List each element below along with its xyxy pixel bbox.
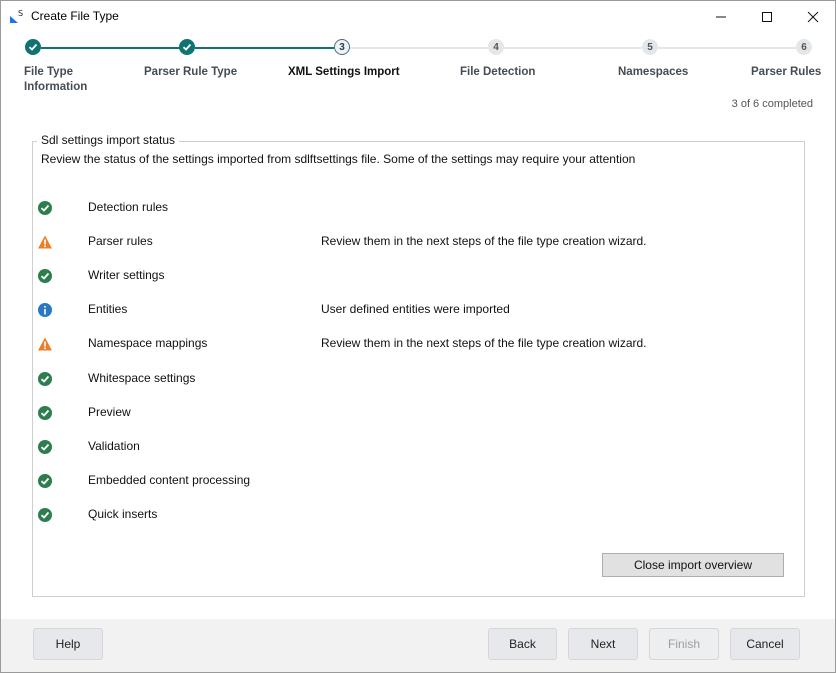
back-button[interactable]: Back <box>488 628 557 660</box>
status-item-name: Entities <box>88 302 128 316</box>
finish-button[interactable]: Finish <box>649 628 719 660</box>
status-row: Namespace mappings Review them in the nex… <box>37 334 797 354</box>
info-icon <box>37 302 53 318</box>
group-description: Review the status of the settings import… <box>41 152 636 166</box>
status-item-name: Writer settings <box>88 268 165 282</box>
step-5-number: 5 <box>642 39 658 55</box>
status-item-message: Review them in the next steps of the fil… <box>321 336 647 350</box>
status-row: Entities User defined entities were impor… <box>37 300 797 320</box>
status-item-name: Namespace mappings <box>88 336 208 350</box>
close-icon <box>807 11 819 22</box>
status-item-name: Parser rules <box>88 234 153 248</box>
warning-triangle-icon <box>37 336 53 352</box>
status-row: Quick inserts <box>37 505 797 525</box>
close-window-button[interactable] <box>790 1 836 32</box>
step-1-label: File Type Information <box>24 66 88 93</box>
step-6-number: 6 <box>796 39 812 55</box>
success-check-icon <box>37 268 53 284</box>
success-check-icon <box>37 439 53 455</box>
status-row: Preview <box>37 403 797 423</box>
success-check-icon <box>37 371 53 387</box>
create-file-type-window: S Create File Type 3 4 5 6 File Type Inf… <box>0 0 836 673</box>
status-row: Whitespace settings <box>37 369 797 389</box>
status-item-message: User defined entities were imported <box>321 302 510 316</box>
status-row: Embedded content processing <box>37 471 797 491</box>
step-4-label: File Detection <box>460 66 536 78</box>
step-2-label: Parser Rule Type <box>144 66 238 78</box>
footer-bar: Help Back Next Finish Cancel <box>1 619 835 672</box>
step-connector-3 <box>350 47 488 49</box>
status-item-name: Embedded content processing <box>88 473 251 487</box>
maximize-icon <box>762 11 772 22</box>
status-item-name: Detection rules <box>88 200 169 214</box>
step-connector-5 <box>658 47 796 49</box>
status-row: Validation <box>37 437 797 457</box>
progress-text: 3 of 6 completed <box>731 98 813 110</box>
status-item-message: Review them in the next steps of the fil… <box>321 234 647 248</box>
title-bar: S Create File Type <box>1 1 835 32</box>
group-title: Sdl settings import status <box>37 133 180 147</box>
step-5-label: Namespaces <box>618 66 689 78</box>
svg-text:S: S <box>18 9 23 18</box>
step-connector-4 <box>504 47 642 49</box>
status-item-name: Quick inserts <box>88 507 158 521</box>
wizard-stepper: 3 4 5 6 File Type Information Parser Rul… <box>1 35 835 105</box>
maximize-button[interactable] <box>744 1 790 32</box>
step-1-check-icon <box>25 39 41 55</box>
status-row: Detection rules <box>37 198 797 218</box>
step-3-label: XML Settings Import <box>288 66 400 78</box>
status-row: Writer settings <box>37 266 797 286</box>
step-2-check-icon <box>179 39 195 55</box>
minimize-icon <box>716 16 726 17</box>
status-item-name: Validation <box>88 439 140 453</box>
next-button[interactable]: Next <box>568 628 638 660</box>
warning-triangle-icon <box>37 234 53 250</box>
close-import-overview-button[interactable]: Close import overview <box>602 553 784 577</box>
step-connector-1 <box>41 47 180 49</box>
success-check-icon <box>37 473 53 489</box>
success-check-icon <box>37 507 53 523</box>
window-title: Create File Type <box>31 9 119 23</box>
step-3-number: 3 <box>334 39 350 55</box>
sdl-logo-icon: S <box>10 9 23 23</box>
status-item-name: Whitespace settings <box>88 371 196 385</box>
status-row: Parser rules Review them in the next step… <box>37 232 797 252</box>
success-check-icon <box>37 200 53 216</box>
help-button[interactable]: Help <box>33 628 103 660</box>
step-connector-2 <box>195 47 334 49</box>
step-4-number: 4 <box>488 39 504 55</box>
step-6-label: Parser Rules <box>751 66 822 78</box>
success-check-icon <box>37 405 53 421</box>
cancel-button[interactable]: Cancel <box>730 628 800 660</box>
status-item-name: Preview <box>88 405 131 419</box>
minimize-button[interactable] <box>698 1 744 32</box>
